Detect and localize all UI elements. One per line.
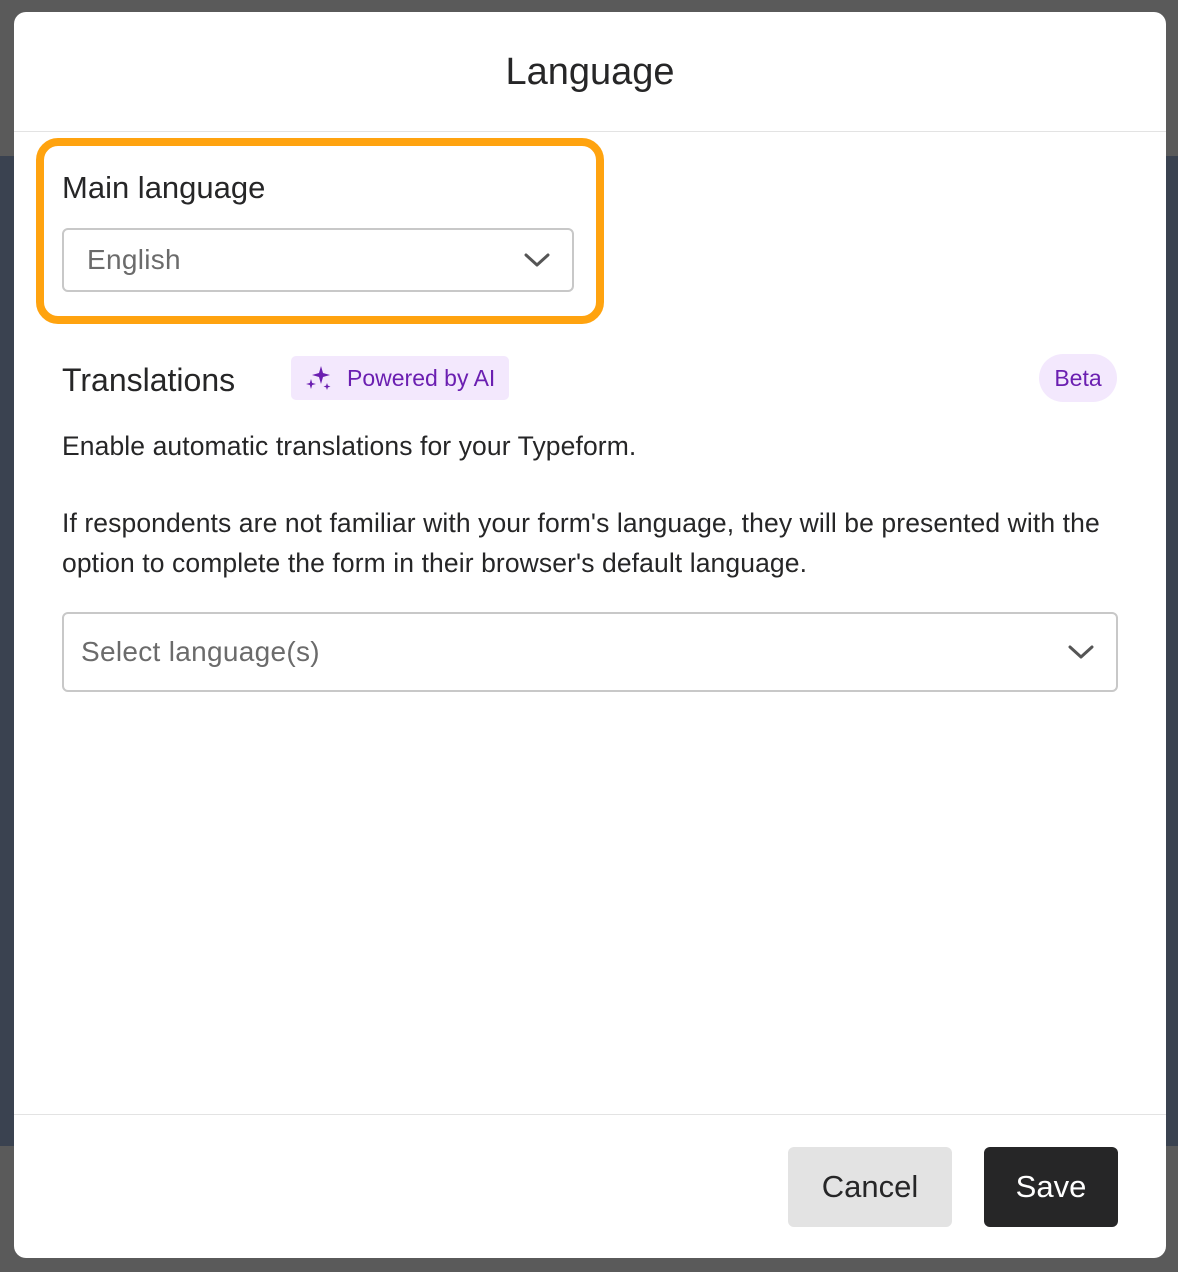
modal-header: Language <box>14 12 1166 132</box>
modal-title: Language <box>505 51 675 93</box>
main-language-value: English <box>87 244 181 275</box>
translations-description: Enable automatic translations for your T… <box>62 431 637 461</box>
save-button[interactable]: Save <box>984 1147 1118 1227</box>
main-language-select[interactable]: English <box>62 228 574 292</box>
powered-by-ai-badge: Powered by AI <box>291 356 509 400</box>
translations-help-text: If respondents are not familiar with you… <box>62 508 1100 578</box>
beta-badge: Beta <box>1039 354 1117 402</box>
translation-languages-select[interactable]: Select language(s) <box>62 612 1118 692</box>
cancel-button[interactable]: Cancel <box>788 1147 952 1227</box>
translation-languages-placeholder: Select language(s) <box>81 636 320 667</box>
main-language-label: Main language <box>62 170 266 205</box>
translations-title: Translations <box>62 362 236 398</box>
language-modal: Language Main language English Translati… <box>14 12 1166 1258</box>
chevron-down-icon <box>1068 645 1094 659</box>
modal-footer: Cancel Save <box>14 1114 1166 1258</box>
chevron-down-icon <box>524 253 550 267</box>
beta-badge-label: Beta <box>1054 364 1102 391</box>
ai-badge-label: Powered by AI <box>347 364 496 391</box>
sparkle-icon <box>306 366 331 390</box>
